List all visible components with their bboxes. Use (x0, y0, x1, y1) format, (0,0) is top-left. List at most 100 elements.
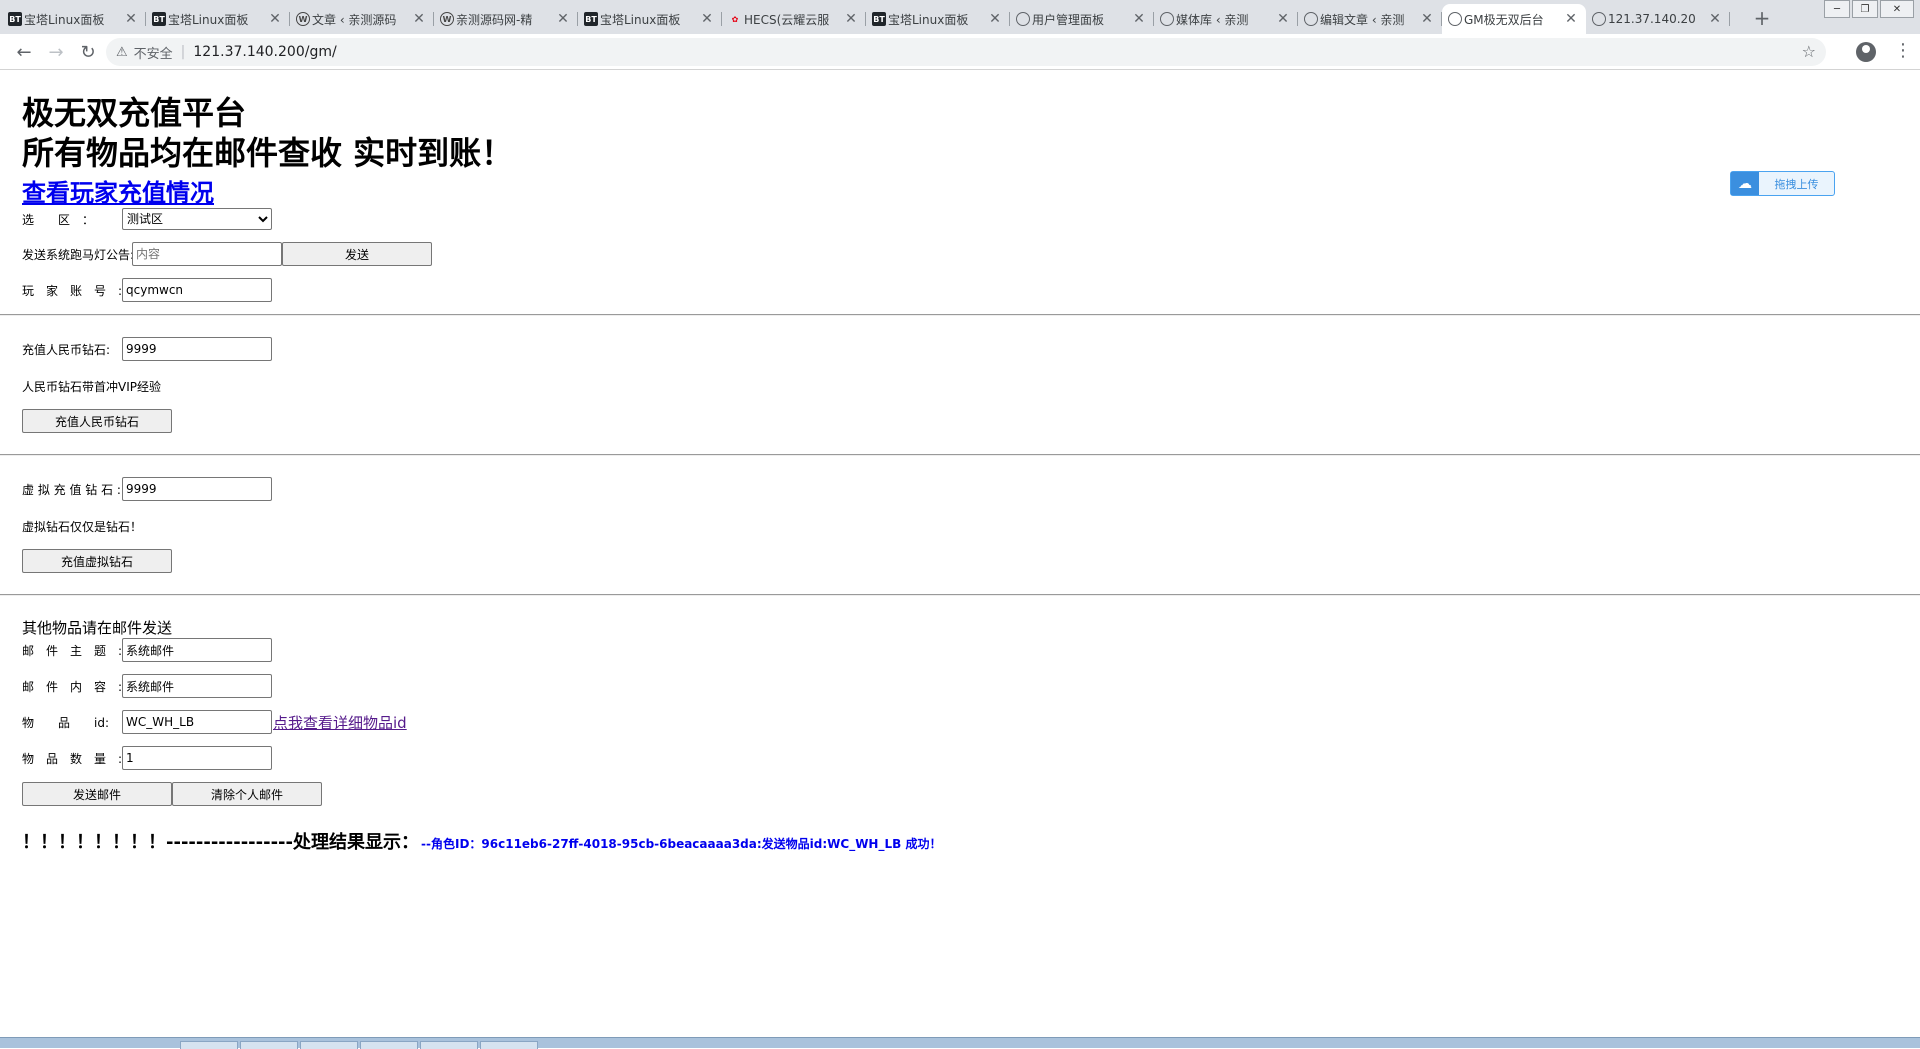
clear-mail-button[interactable]: 清除个人邮件 (172, 782, 322, 806)
send-mail-button[interactable]: 发送邮件 (22, 782, 172, 806)
send-marquee-button[interactable]: 发送 (282, 242, 432, 266)
security-label: 不安全 (133, 46, 173, 62)
browser-tab[interactable]: W 文章 ‹ 亲测源码 ✕ (290, 4, 434, 34)
tab-close-icon[interactable]: ✕ (1276, 11, 1290, 27)
mail-content-input[interactable] (122, 674, 272, 698)
tab-close-icon[interactable]: ✕ (1132, 11, 1146, 27)
tab-close-icon[interactable]: ✕ (844, 11, 858, 27)
tab-close-icon[interactable]: ✕ (1420, 11, 1434, 27)
tab-label: 宝塔Linux面板 (600, 12, 681, 27)
bookmark-star-icon[interactable]: ☆ (1802, 42, 1816, 61)
browser-tab[interactable]: 121.37.140.20 ✕ (1586, 4, 1730, 34)
browser-tab[interactable]: BT 宝塔Linux面板 ✕ (578, 4, 722, 34)
virtual-button-row: 充值虚拟钻石 (22, 549, 172, 573)
huawei-icon: ✿ (731, 14, 739, 24)
tab-close-icon[interactable]: ✕ (1708, 11, 1722, 27)
account-input[interactable] (122, 278, 272, 302)
bt-icon: BT (872, 12, 886, 26)
item-id-input[interactable] (122, 710, 272, 734)
result-prefix: ！！！！！！！！-----------------处理结果显示： (22, 832, 420, 853)
browser-tab[interactable]: 用户管理面板 ✕ (1010, 4, 1154, 34)
rmb-label: 充值人民币钻石: (22, 342, 111, 357)
item-id-detail-link[interactable]: 点我查看详细物品id (273, 712, 407, 733)
marquee-row: 发送系统跑马灯公告: 发送 (22, 242, 432, 266)
rmb-button-row: 充值人民币钻石 (22, 409, 172, 433)
tab-close-icon[interactable]: ✕ (124, 11, 138, 27)
virtual-note: 虚拟钻石仅仅是钻石！ (22, 520, 143, 534)
mail-content-label: 邮 件 内 容 : (22, 679, 123, 694)
back-icon[interactable]: ← (12, 40, 36, 64)
item-id-label: 物 品 id: (22, 715, 109, 730)
marquee-input[interactable] (132, 242, 282, 266)
tab-close-icon[interactable]: ✕ (556, 11, 570, 27)
recharge-rmb-button[interactable]: 充值人民币钻石 (22, 409, 172, 433)
bt-icon: BT (8, 12, 22, 26)
wordpress-icon: W (440, 12, 454, 26)
browser-tab[interactable]: GM极无双后台 ✕ (1442, 4, 1586, 34)
browser-tab[interactable]: W 亲测源码网-精 ✕ (434, 4, 578, 34)
zone-select[interactable]: 测试区 (122, 208, 272, 230)
tab-label: 亲测源码网-精 (456, 12, 533, 27)
tab-label: 宝塔Linux面板 (168, 12, 249, 27)
tab-close-icon[interactable]: ✕ (268, 11, 282, 27)
drag-upload-widget[interactable]: ☁ 拖拽上传 (1730, 171, 1835, 196)
rmb-diamond-input[interactable] (122, 337, 272, 361)
browser-toolbar: ← → ↻ ⚠ 不安全 | 121.37.140.200/gm/ ☆ ⋮ (0, 34, 1920, 70)
quantity-input[interactable] (122, 746, 272, 770)
browser-tab[interactable]: 媒体库 ‹ 亲测 ✕ (1154, 4, 1298, 34)
rmb-row: 充值人民币钻石: (22, 337, 272, 361)
rmb-note: 人民币钻石带首冲VIP经验 (22, 380, 161, 394)
forward-icon[interactable]: → (44, 40, 68, 64)
mail-buttons-row: 发送邮件 清除个人邮件 (22, 782, 322, 806)
bt-icon: BT (584, 12, 598, 26)
tab-close-icon[interactable]: ✕ (412, 11, 426, 27)
result-line: ！！！！！！！！-----------------处理结果显示： --角色ID：… (22, 828, 941, 854)
globe-icon (1160, 12, 1174, 26)
divider (0, 314, 1920, 316)
quantity-label: 物 品 数 量 : (22, 751, 123, 766)
page-content: 极无双充值平台 所有物品均在邮件查收 实时到账！ 查看玩家充值情况 ☁ 拖拽上传… (0, 71, 1920, 1037)
divider (0, 594, 1920, 596)
recharge-virtual-button[interactable]: 充值虚拟钻石 (22, 549, 172, 573)
address-separator: | (180, 44, 186, 60)
divider (0, 454, 1920, 456)
zone-label: 选 区 ： (22, 212, 95, 227)
globe-icon (1592, 12, 1606, 26)
close-window-button[interactable]: ✕ (1880, 0, 1914, 18)
browser-tab[interactable]: BT 宝塔Linux面板 ✕ (2, 4, 146, 34)
bt-icon: BT (152, 12, 166, 26)
os-taskbar (0, 1037, 1920, 1049)
minimize-button[interactable]: ─ (1824, 0, 1850, 18)
tab-close-icon[interactable]: ✕ (988, 11, 1002, 27)
recharge-status-link[interactable]: 查看玩家充值情况 (22, 173, 214, 208)
tab-close-icon[interactable]: ✕ (700, 11, 714, 27)
mail-subject-input[interactable] (122, 638, 272, 662)
tab-label: 121.37.140.20 (1608, 12, 1696, 26)
profile-avatar-icon[interactable] (1856, 42, 1876, 62)
tab-label: 用户管理面板 (1032, 12, 1105, 27)
browser-tab[interactable]: ✿ HECS(云耀云服 ✕ (722, 4, 866, 34)
tab-label: 媒体库 ‹ 亲测 (1176, 12, 1249, 27)
page-subtitle: 所有物品均在邮件查收 实时到账！ (22, 134, 514, 172)
zone-row: 选 区 ： 测试区 (22, 207, 272, 231)
globe-icon (1448, 12, 1462, 26)
restore-button[interactable]: ❐ (1852, 0, 1878, 18)
marquee-label: 发送系统跑马灯公告: (22, 247, 135, 262)
address-bar[interactable]: ⚠ 不安全 | 121.37.140.200/gm/ ☆ (106, 38, 1826, 66)
new-tab-button[interactable]: + (1748, 4, 1776, 32)
browser-menu-icon[interactable]: ⋮ (1894, 40, 1912, 61)
virtual-label: 虚 拟 充 值 钻 石 : (22, 482, 121, 497)
browser-tab[interactable]: 编辑文章 ‹ 亲测 ✕ (1298, 4, 1442, 34)
page-title: 极无双充值平台 (22, 94, 247, 132)
tab-label: 文章 ‹ 亲测源码 (312, 12, 397, 27)
browser-tab[interactable]: BT 宝塔Linux面板 ✕ (866, 4, 1010, 34)
tab-label: HECS(云耀云服 (744, 12, 830, 27)
cloud-icon: ☁ (1731, 172, 1759, 195)
reload-icon[interactable]: ↻ (76, 40, 100, 64)
quantity-row: 物 品 数 量 : (22, 746, 272, 770)
browser-tab[interactable]: BT 宝塔Linux面板 ✕ (146, 4, 290, 34)
mail-section-title: 其他物品请在邮件发送 (22, 619, 173, 637)
url-text[interactable]: 121.37.140.200/gm/ (193, 44, 336, 60)
tab-close-icon[interactable]: ✕ (1564, 11, 1578, 27)
virtual-diamond-input[interactable] (122, 477, 272, 501)
